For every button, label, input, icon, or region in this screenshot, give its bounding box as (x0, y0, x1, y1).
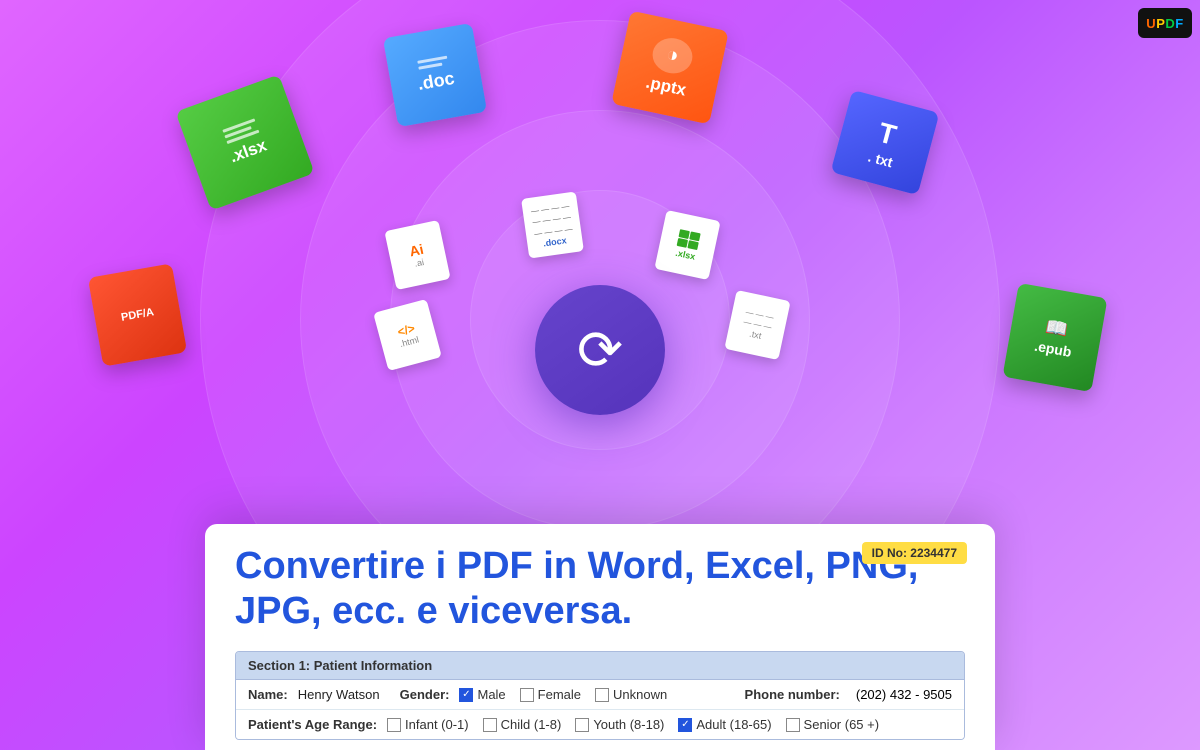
age-youth: Youth (8-18) (575, 717, 664, 732)
form-row-age: Patient's Age Range: Infant (0-1) Child … (236, 710, 964, 739)
center-convert-icon: ⟳ (535, 285, 665, 415)
gender-label: Gender: (400, 687, 450, 702)
age-label: Patient's Age Range: (248, 717, 377, 732)
file-icon-docx-small: — — — — — — — — — — — — .docx (521, 191, 584, 258)
age-youth-label: Youth (8-18) (593, 717, 664, 732)
gender-male-checkbox[interactable] (459, 688, 473, 702)
document-title: Convertire i PDF in Word, Excel, PNG, JP… (235, 544, 965, 635)
name-value: Henry Watson (298, 687, 380, 702)
file-icon-doc: .doc (383, 23, 487, 127)
refresh-symbol: ⟳ (577, 318, 623, 382)
gender-female: Female (520, 687, 581, 702)
age-adult-checkbox[interactable] (678, 718, 692, 732)
age-youth-checkbox[interactable] (575, 718, 589, 732)
form-row-name-gender: Name: Henry Watson Gender: Male Female U… (236, 680, 964, 710)
updf-logo-text: UPDF (1146, 16, 1183, 31)
gender-options: Male Female Unknown (459, 687, 667, 702)
age-senior: Senior (65 +) (786, 717, 880, 732)
age-adult-label: Adult (18-65) (696, 717, 771, 732)
file-icon-pptx: ◑ .pptx (611, 11, 729, 125)
age-child-label: Child (1-8) (501, 717, 562, 732)
gender-unknown: Unknown (595, 687, 667, 702)
updf-logo: UPDF (1138, 8, 1192, 38)
file-pptx-label: .pptx (644, 73, 688, 101)
gender-male-label: Male (477, 687, 505, 702)
file-epub-label: .epub (1033, 338, 1073, 360)
gender-male: Male (459, 687, 505, 702)
file-icon-pdfa: PDF/A (88, 263, 187, 366)
gender-unknown-label: Unknown (613, 687, 667, 702)
age-child: Child (1-8) (483, 717, 562, 732)
id-badge: ID No: 2234477 (862, 542, 967, 564)
age-infant-label: Infant (0-1) (405, 717, 469, 732)
name-label: Name: (248, 687, 288, 702)
age-infant-checkbox[interactable] (387, 718, 401, 732)
phone-value: (202) 432 - 9505 (856, 687, 952, 702)
age-adult: Adult (18-65) (678, 717, 771, 732)
gender-unknown-checkbox[interactable] (595, 688, 609, 702)
age-senior-label: Senior (65 +) (804, 717, 880, 732)
file-icon-epub: 📖 .epub (1002, 283, 1107, 392)
age-infant: Infant (0-1) (387, 717, 469, 732)
patient-form: Section 1: Patient Information Name: Hen… (235, 651, 965, 740)
phone-label: Phone number: (745, 687, 840, 702)
age-child-checkbox[interactable] (483, 718, 497, 732)
age-options: Infant (0-1) Child (1-8) Youth (8-18) Ad… (387, 717, 879, 732)
age-senior-checkbox[interactable] (786, 718, 800, 732)
form-section-header: Section 1: Patient Information (236, 652, 964, 680)
phone-section: Phone number: (202) 432 - 9505 (745, 687, 952, 702)
gender-female-checkbox[interactable] (520, 688, 534, 702)
gender-female-label: Female (538, 687, 581, 702)
file-doc-label: .doc (416, 68, 456, 95)
document-panel: ID No: 2234477 Convertire i PDF in Word,… (205, 524, 995, 750)
